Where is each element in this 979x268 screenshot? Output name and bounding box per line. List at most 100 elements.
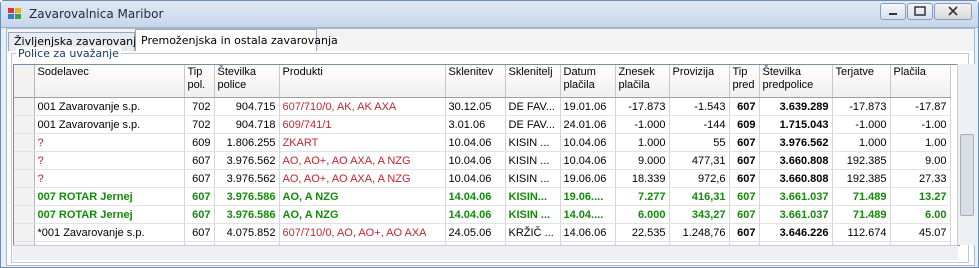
- table-cell[interactable]: 3.660.808: [759, 151, 833, 170]
- table-cell[interactable]: 001 Zavarovanje s.p.: [34, 97, 185, 116]
- col-header-stevilka-predpolice[interactable]: Številka predpolice: [759, 65, 833, 98]
- minimize-button[interactable]: [880, 3, 906, 20]
- table-cell[interactable]: 609: [729, 115, 760, 134]
- table-cell[interactable]: 972,6: [669, 169, 730, 188]
- table-row[interactable]: 007 ROTAR Jernej 607 3.976.586 AO, A NZG 14.…: [14, 187, 951, 206]
- table-cell[interactable]: 19.06....: [560, 187, 616, 206]
- table-cell[interactable]: 607: [184, 169, 215, 188]
- table-cell[interactable]: 3.976.562: [759, 133, 833, 152]
- vertical-scrollbar[interactable]: [957, 64, 975, 245]
- table-cell[interactable]: 1.000: [832, 133, 891, 152]
- table-cell[interactable]: 10.04.06: [445, 133, 506, 152]
- col-header-sodelavec[interactable]: Sodelavec: [34, 65, 185, 98]
- table-cell[interactable]: ?: [34, 133, 185, 152]
- table-cell[interactable]: 607/710/0, AO, AO+, AO AXA: [279, 223, 446, 242]
- table-cell[interactable]: 13.27: [890, 187, 951, 206]
- table-cell[interactable]: *001 Zavarovanje s.p.: [34, 223, 185, 242]
- table-cell[interactable]: 24.01.06: [560, 115, 616, 134]
- table-cell[interactable]: 1.715.043: [759, 115, 833, 134]
- table-cell[interactable]: ?: [34, 151, 185, 170]
- table-cell[interactable]: 607: [184, 205, 215, 224]
- table-cell[interactable]: AO, AO+, AO AXA, A NZG: [279, 169, 446, 188]
- table-cell[interactable]: 10.04.06: [560, 151, 616, 170]
- table-cell[interactable]: 3.646.226: [759, 223, 833, 242]
- maximize-button[interactable]: [907, 3, 933, 20]
- col-header-produkti[interactable]: Produkti: [279, 65, 446, 98]
- table-cell[interactable]: KISIN ...: [505, 205, 561, 224]
- close-button[interactable]: [934, 3, 972, 20]
- table-cell[interactable]: 904.715: [214, 97, 280, 116]
- table-cell[interactable]: 1.248,76: [669, 223, 730, 242]
- col-header-tip-pred[interactable]: Tip pred: [729, 65, 760, 98]
- table-cell[interactable]: -1.00: [890, 115, 951, 134]
- table-cell[interactable]: 001 Zavarovanje s.p.: [34, 115, 185, 134]
- row-header[interactable]: [14, 151, 35, 170]
- table-cell[interactable]: 609: [184, 133, 215, 152]
- row-header[interactable]: [14, 133, 35, 152]
- table-cell[interactable]: 9.000: [615, 151, 670, 170]
- col-header-terjatve[interactable]: Terjatve: [832, 65, 891, 98]
- vertical-scroll-thumb[interactable]: [960, 134, 974, 216]
- table-cell[interactable]: ?: [34, 169, 185, 188]
- table-cell[interactable]: 4.075.852: [214, 223, 280, 242]
- table-cell[interactable]: 607: [729, 133, 760, 152]
- table-cell[interactable]: 19.06.06: [560, 169, 616, 188]
- table-cell[interactable]: 1.000: [615, 133, 670, 152]
- table-cell[interactable]: 19.01.06: [560, 97, 616, 116]
- table-cell[interactable]: 71.489: [832, 205, 891, 224]
- table-cell[interactable]: 112.674: [832, 223, 891, 242]
- table-cell[interactable]: 007 ROTAR Jernej: [34, 187, 185, 206]
- table-row[interactable]: ? 609 1.806.255 ZKART 10.04.06 KISIN ... 10.04…: [14, 133, 951, 152]
- table-cell[interactable]: 30.12.05: [445, 97, 506, 116]
- table-cell[interactable]: -1.000: [615, 115, 670, 134]
- table-cell[interactable]: 24.05.06: [445, 223, 506, 242]
- table-cell[interactable]: 14.04.06: [445, 187, 506, 206]
- col-header-stevilka-police[interactable]: Številka police: [214, 65, 280, 98]
- tab-premozenjska[interactable]: Premoženjska in ostala zavarovanja: [135, 29, 338, 51]
- table-cell[interactable]: 607: [184, 151, 215, 170]
- col-header-sklenitev[interactable]: Sklenitev: [445, 65, 506, 98]
- table-row[interactable]: 001 Zavarovanje s.p. 702 904.715 607/710/0,…: [14, 97, 951, 116]
- horizontal-scrollbar[interactable]: [13, 245, 958, 260]
- table-cell[interactable]: 607: [729, 169, 760, 188]
- col-header-datum-placila[interactable]: Datum plačila: [560, 65, 616, 98]
- table-cell[interactable]: 6.000: [615, 205, 670, 224]
- table-cell[interactable]: 3.01.06: [445, 115, 506, 134]
- table-cell[interactable]: 477,31: [669, 151, 730, 170]
- table-cell[interactable]: 14.06.06: [560, 223, 616, 242]
- table-cell[interactable]: 609/741/1: [279, 115, 446, 134]
- table-cell[interactable]: 3.976.586: [214, 205, 280, 224]
- col-header-provizija[interactable]: Provizija: [669, 65, 730, 98]
- table-cell[interactable]: ZKART: [279, 133, 446, 152]
- col-header-znesek-placila[interactable]: Znesek plačila: [615, 65, 670, 98]
- table-row[interactable]: ? 607 3.976.562 AO, AO+, AO AXA, A NZG 10.04…: [14, 151, 951, 170]
- table-cell[interactable]: 3.976.586: [214, 187, 280, 206]
- row-header[interactable]: [14, 187, 35, 206]
- table-cell[interactable]: 1.806.255: [214, 133, 280, 152]
- table-cell[interactable]: -17.873: [615, 97, 670, 116]
- table-cell[interactable]: KISIN ...: [505, 133, 561, 152]
- table-cell[interactable]: 702: [184, 115, 215, 134]
- table-cell[interactable]: 607: [184, 223, 215, 242]
- col-header-tip-pol[interactable]: Tip pol.: [184, 65, 215, 98]
- table-cell[interactable]: 416,31: [669, 187, 730, 206]
- table-cell[interactable]: 607/710/0, AK, AK AXA: [279, 97, 446, 116]
- table-cell[interactable]: DE FAV...: [505, 115, 561, 134]
- table-cell[interactable]: KISIN...: [505, 187, 561, 206]
- table-cell[interactable]: 14.04....: [560, 205, 616, 224]
- table-cell[interactable]: 1.00: [890, 133, 951, 152]
- table-cell[interactable]: DE FAV...: [505, 97, 561, 116]
- table-cell[interactable]: 192.385: [832, 169, 891, 188]
- table-cell[interactable]: 71.489: [832, 187, 891, 206]
- table-cell[interactable]: 27.33: [890, 169, 951, 188]
- table-cell[interactable]: AO, A NZG: [279, 205, 446, 224]
- table-row[interactable]: ? 607 3.976.562 AO, AO+, AO AXA, A NZG 10.04…: [14, 169, 951, 188]
- table-cell[interactable]: 607: [729, 205, 760, 224]
- table-cell[interactable]: 6.00: [890, 205, 951, 224]
- row-header[interactable]: [14, 97, 35, 116]
- table-cell[interactable]: 22.535: [615, 223, 670, 242]
- table-cell[interactable]: 607: [729, 151, 760, 170]
- table-cell[interactable]: 343,27: [669, 205, 730, 224]
- table-row[interactable]: 001 Zavarovanje s.p. 702 904.718 609/741/1 3…: [14, 115, 951, 134]
- table-cell[interactable]: -17.87: [890, 97, 951, 116]
